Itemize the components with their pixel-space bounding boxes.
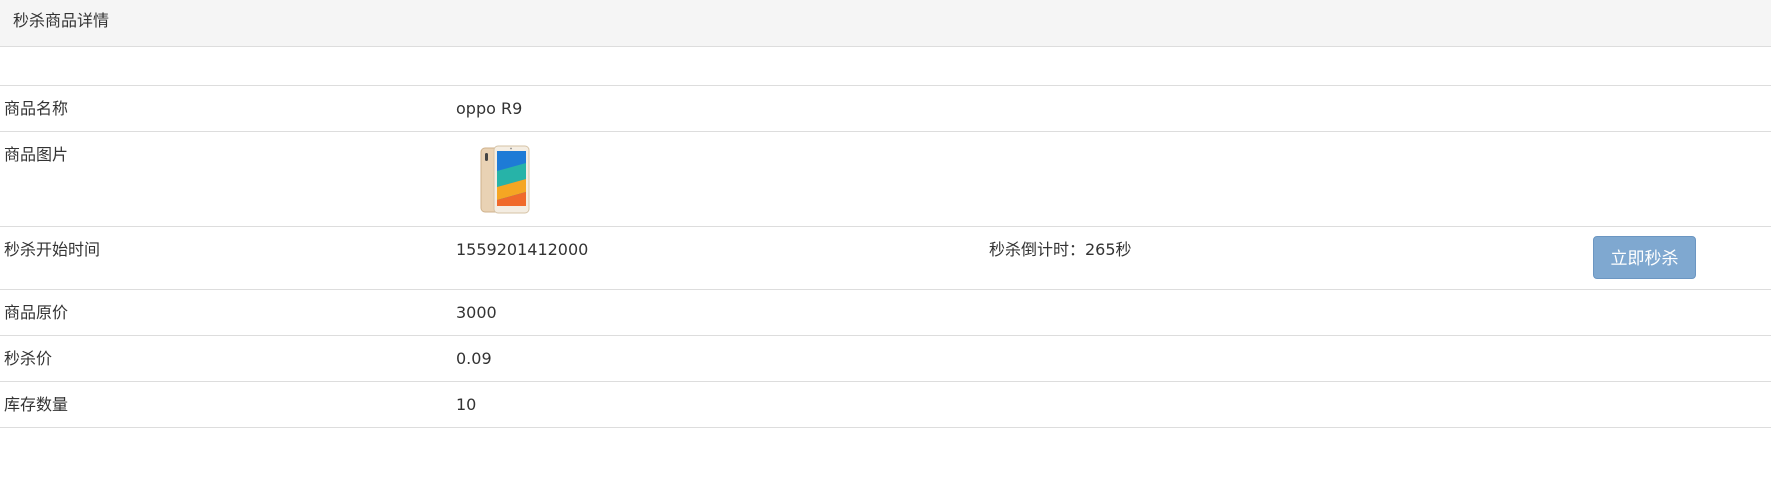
original-price-row: 商品原价 3000 (0, 289, 1771, 335)
start-time-value: 1559201412000 (456, 240, 589, 259)
panel-heading: 秒杀商品详情 (0, 0, 1771, 47)
goods-name-value: oppo R9 (456, 99, 523, 118)
stock-row: 库存数量 10 (0, 381, 1771, 428)
smartphone-product-image (480, 145, 530, 214)
start-time-label: 秒杀开始时间 (4, 240, 101, 259)
page-title: 秒杀商品详情 (13, 11, 110, 30)
seckill-price-label: 秒杀价 (4, 349, 53, 368)
goods-name-row: 商品名称 oppo R9 (0, 85, 1771, 131)
goods-image-label: 商品图片 (4, 145, 69, 164)
goods-detail-table: 商品名称 oppo R9 商品图片 秒杀开始时间 1559201412000 秒… (0, 85, 1771, 428)
goods-image-row: 商品图片 (0, 131, 1771, 226)
seckill-button[interactable]: 立即秒杀 (1593, 236, 1696, 279)
original-price-value: 3000 (456, 303, 497, 322)
stock-label: 库存数量 (4, 395, 69, 414)
original-price-label: 商品原价 (4, 303, 69, 322)
stock-value: 10 (456, 395, 477, 414)
seckill-price-value: 0.09 (456, 349, 492, 368)
countdown-text: 秒杀倒计时：265秒 (989, 240, 1132, 259)
seckill-price-row: 秒杀价 0.09 (0, 335, 1771, 381)
goods-name-label: 商品名称 (4, 99, 69, 118)
seckill-start-row: 秒杀开始时间 1559201412000 秒杀倒计时：265秒 立即秒杀 (0, 226, 1771, 289)
